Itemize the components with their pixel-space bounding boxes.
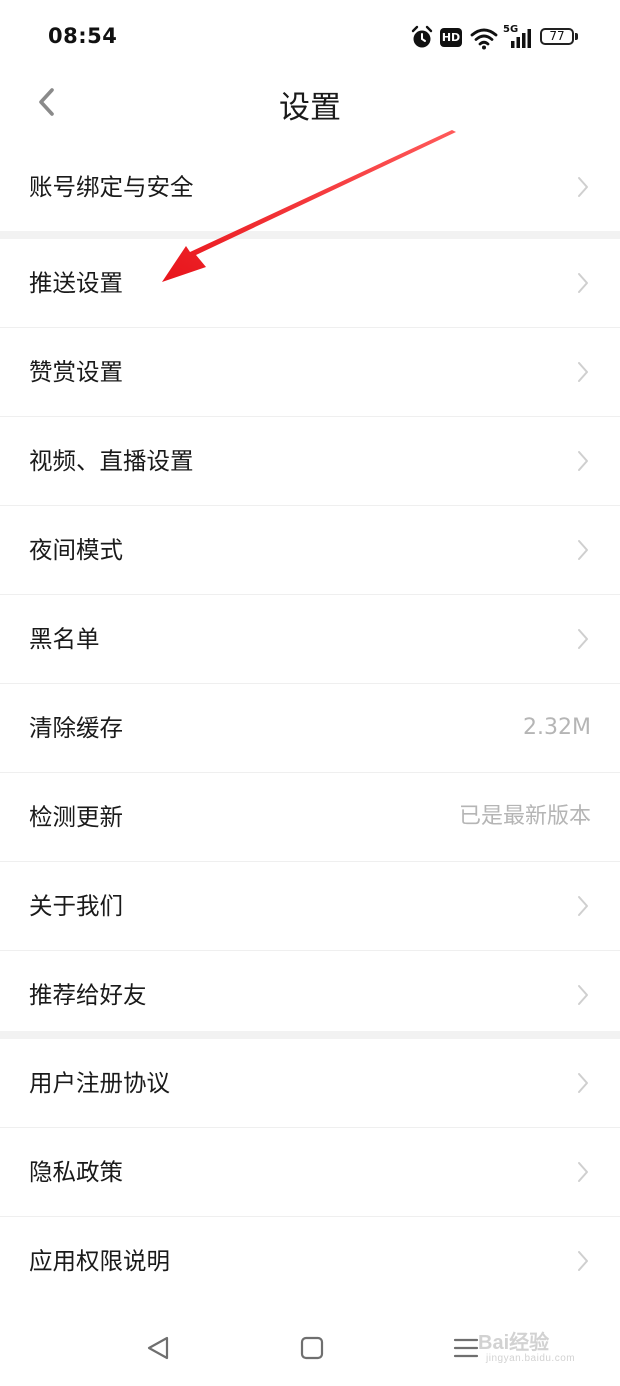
row-label: 赞赏设置 bbox=[29, 358, 123, 386]
chevron-right-icon bbox=[578, 177, 588, 197]
watermark: Bai经验 jingyan.baidu.com bbox=[478, 1326, 588, 1370]
row-label: 推送设置 bbox=[29, 269, 123, 297]
chevron-right-icon bbox=[578, 273, 588, 293]
battery-icon: 77 bbox=[540, 28, 574, 45]
version-status-value: 已是最新版本 bbox=[458, 804, 591, 829]
row-blacklist[interactable]: 黑名单 bbox=[0, 595, 620, 684]
row-check-update[interactable]: 检测更新 已是最新版本 bbox=[0, 773, 620, 862]
chevron-right-icon bbox=[578, 896, 588, 916]
settings-group-account: 账号绑定与安全 bbox=[0, 143, 620, 231]
system-back-button[interactable] bbox=[141, 1330, 177, 1366]
row-label: 用户注册协议 bbox=[29, 1069, 170, 1097]
alarm-icon bbox=[411, 25, 433, 48]
chevron-right-icon bbox=[578, 540, 588, 560]
row-privacy-policy[interactable]: 隐私政策 bbox=[0, 1128, 620, 1217]
nav-header: 设置 bbox=[0, 76, 620, 136]
cache-size-value: 2.32M bbox=[523, 715, 591, 740]
row-label: 检测更新 bbox=[29, 803, 123, 831]
signal-icon bbox=[511, 29, 531, 48]
row-label: 夜间模式 bbox=[29, 536, 123, 564]
row-label: 视频、直播设置 bbox=[29, 447, 194, 475]
row-label: 黑名单 bbox=[29, 625, 100, 653]
group-divider bbox=[0, 231, 620, 239]
row-clear-cache[interactable]: 清除缓存 2.32M bbox=[0, 684, 620, 773]
home-square-icon bbox=[300, 1336, 324, 1360]
watermark-subtext: jingyan.baidu.com bbox=[486, 1353, 576, 1364]
row-label: 应用权限说明 bbox=[29, 1247, 170, 1275]
row-label: 推荐给好友 bbox=[29, 981, 147, 1009]
status-bar: 08:54 HD 5G 77 bbox=[0, 0, 620, 76]
row-label: 清除缓存 bbox=[29, 714, 123, 742]
chevron-right-icon bbox=[578, 451, 588, 471]
hd-icon: HD bbox=[440, 28, 462, 47]
row-account-security[interactable]: 账号绑定与安全 bbox=[0, 143, 620, 231]
row-about-us[interactable]: 关于我们 bbox=[0, 862, 620, 951]
settings-group-main: 推送设置 赞赏设置 视频、直播设置 夜间模式 黑名单 清除缓存 2.32M 检测… bbox=[0, 239, 620, 1039]
page-title: 设置 bbox=[279, 90, 341, 126]
row-night-mode[interactable]: 夜间模式 bbox=[0, 506, 620, 595]
row-reward-settings[interactable]: 赞赏设置 bbox=[0, 328, 620, 417]
chevron-right-icon bbox=[578, 629, 588, 649]
group-divider bbox=[0, 1031, 620, 1039]
row-user-agreement[interactable]: 用户注册协议 bbox=[0, 1039, 620, 1128]
wifi-icon bbox=[470, 28, 498, 50]
settings-group-legal: 用户注册协议 隐私政策 应用权限说明 bbox=[0, 1039, 620, 1306]
row-push-settings[interactable]: 推送设置 bbox=[0, 239, 620, 328]
status-time: 08:54 bbox=[48, 24, 118, 48]
chevron-right-icon bbox=[578, 1073, 588, 1093]
row-label: 关于我们 bbox=[29, 892, 123, 920]
battery-tip bbox=[575, 33, 578, 40]
row-video-live-settings[interactable]: 视频、直播设置 bbox=[0, 417, 620, 506]
chevron-right-icon bbox=[578, 362, 588, 382]
chevron-right-icon bbox=[578, 1251, 588, 1271]
chevron-right-icon bbox=[578, 1162, 588, 1182]
hd-label: HD bbox=[441, 31, 461, 44]
status-icons: HD 5G 77 bbox=[410, 22, 585, 54]
battery-level: 77 bbox=[549, 29, 565, 43]
chevron-right-icon bbox=[578, 985, 588, 1005]
row-app-permissions[interactable]: 应用权限说明 bbox=[0, 1217, 620, 1306]
back-triangle-icon bbox=[147, 1336, 169, 1360]
row-recommend-friends[interactable]: 推荐给好友 bbox=[0, 951, 620, 1039]
system-home-button[interactable] bbox=[294, 1330, 330, 1366]
row-label: 隐私政策 bbox=[29, 1158, 123, 1186]
row-label: 账号绑定与安全 bbox=[29, 173, 194, 201]
watermark-text: Bai经验 bbox=[478, 1332, 550, 1354]
